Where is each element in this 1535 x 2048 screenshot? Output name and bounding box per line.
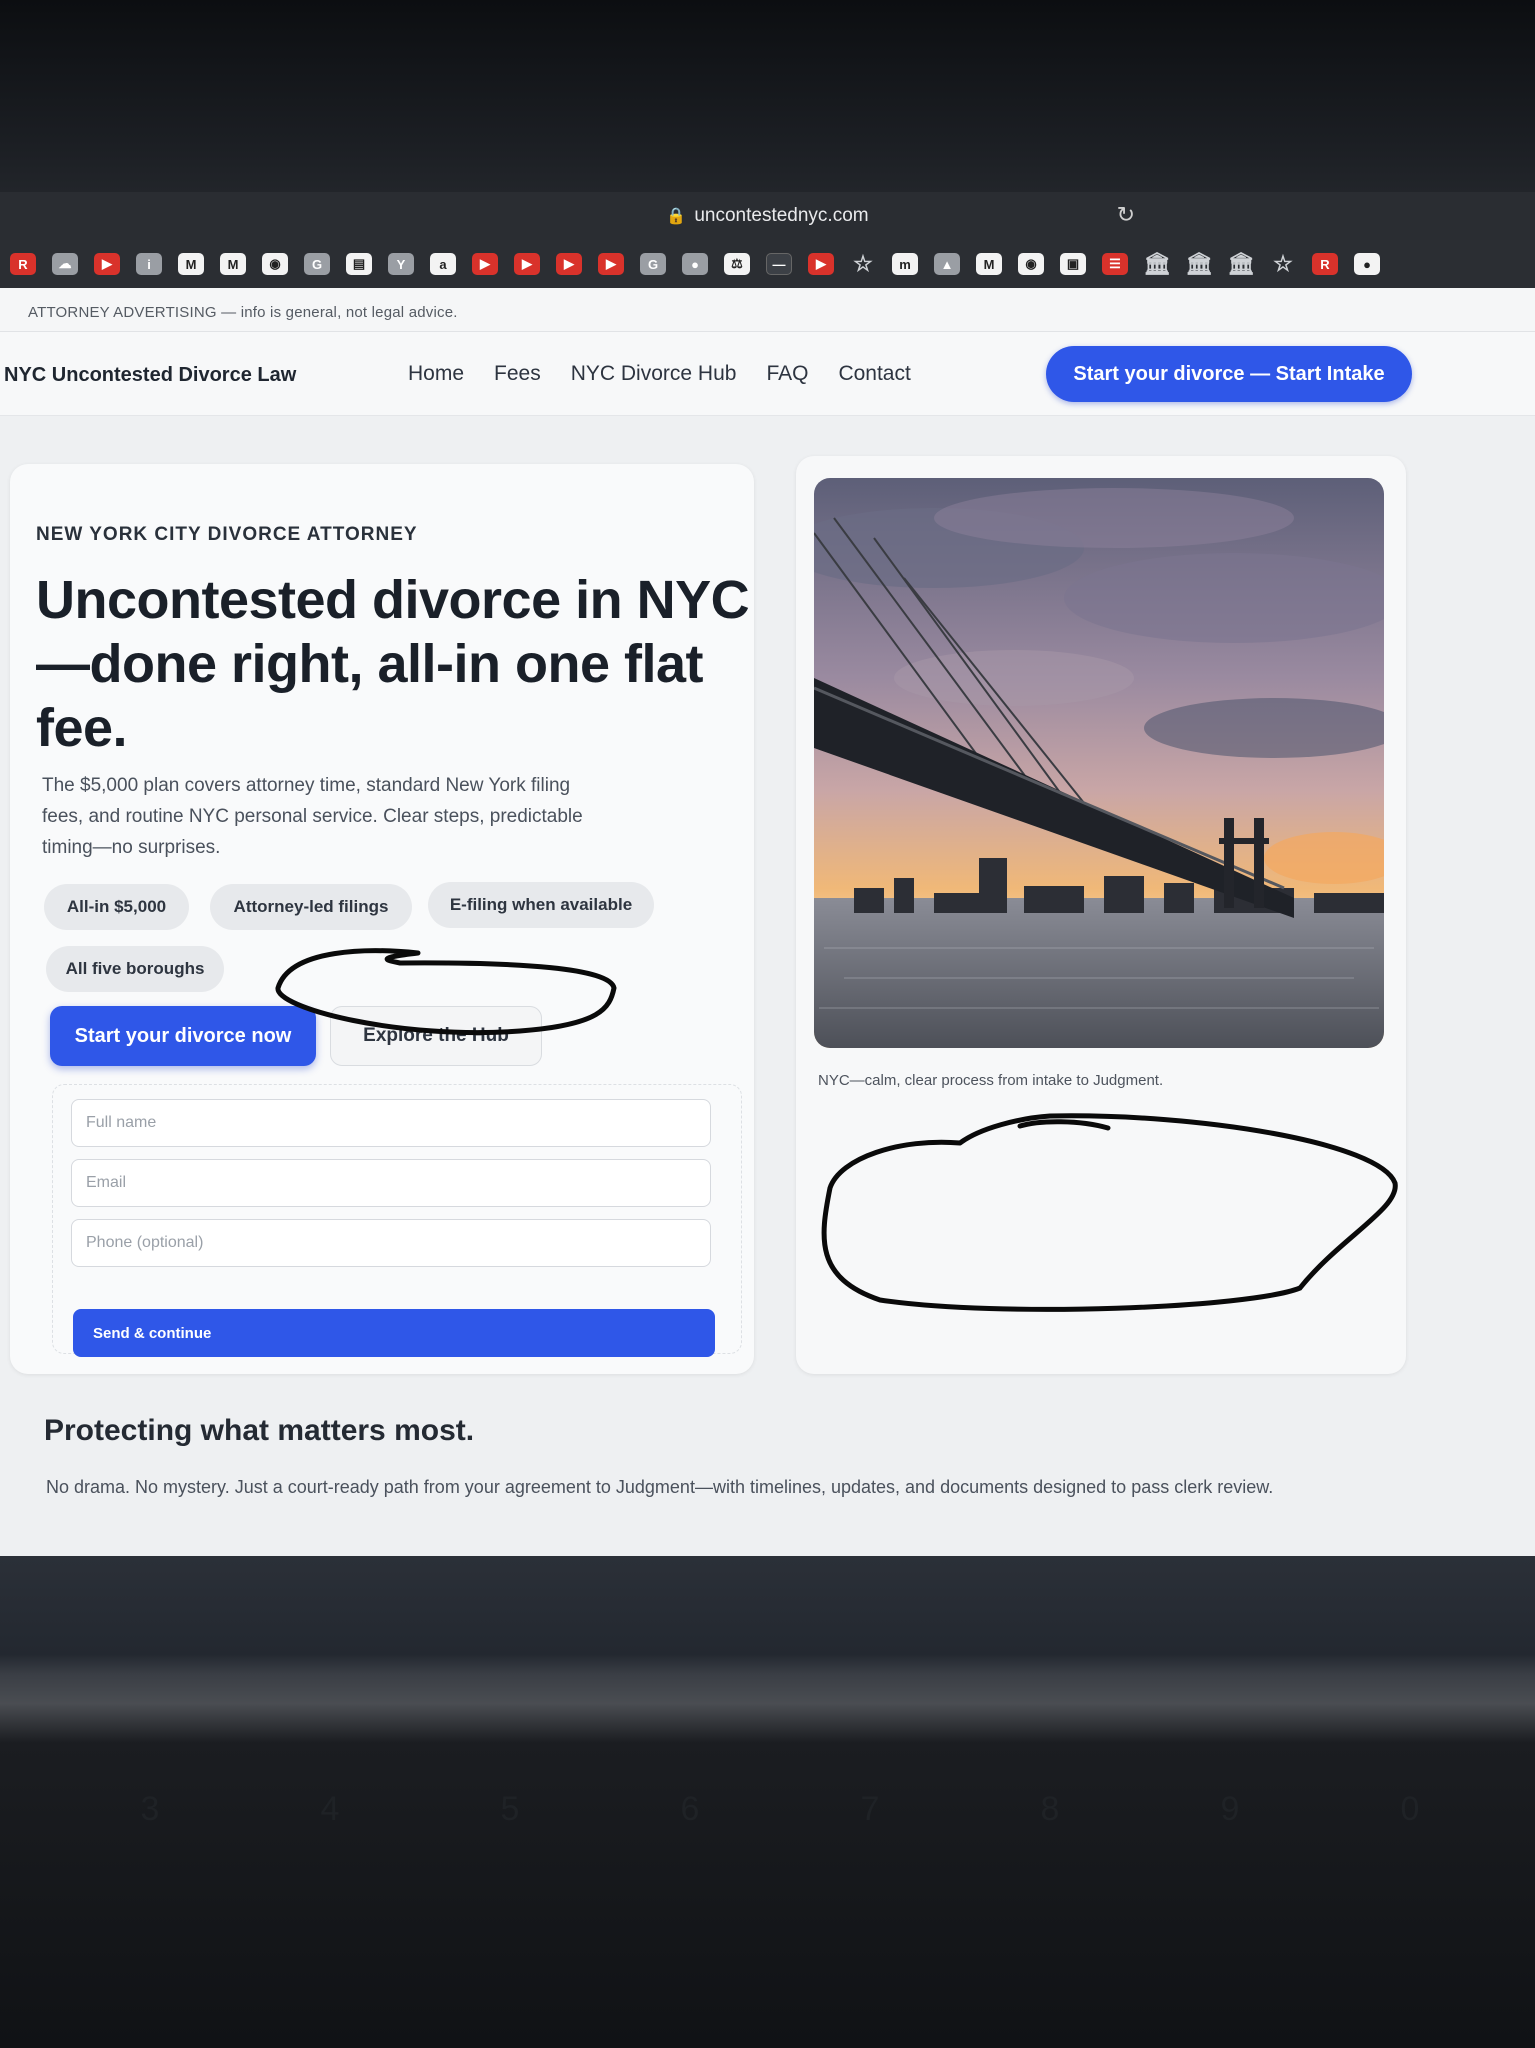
news-icon[interactable]: ☰	[1102, 253, 1128, 275]
key-3: 3	[140, 1790, 160, 1828]
star-icon[interactable]: ☆	[850, 251, 876, 276]
power-icon[interactable]: ●	[1354, 253, 1380, 275]
site-header: NYC Uncontested Divorce Law Home Fees NY…	[0, 332, 1535, 416]
chip-boroughs: All five boroughs	[46, 946, 224, 992]
gmail-icon[interactable]: M	[976, 253, 1002, 275]
keyboard-row: 3 4 5 6 7 8 9 0	[60, 1790, 1500, 1829]
r-app-icon[interactable]: R	[1312, 253, 1338, 275]
url-text[interactable]: uncontestednyc.com	[694, 205, 868, 227]
photo-caption: NYC—calm, clear process from intake to J…	[818, 1072, 1164, 1089]
youtube-icon[interactable]: ▶	[808, 253, 834, 275]
key-4: 4	[320, 1790, 340, 1828]
web-page: ATTORNEY ADVERTISING — info is general, …	[0, 288, 1535, 1556]
reload-icon[interactable]: ↻	[1117, 202, 1135, 228]
bridge-illustration	[814, 478, 1384, 1048]
g-icon[interactable]: G	[304, 253, 330, 275]
youtube-icon[interactable]: ▶	[514, 253, 540, 275]
site-brand[interactable]: NYC Uncontested Divorce Law	[4, 364, 296, 387]
g-icon[interactable]: G	[640, 253, 666, 275]
main-nav: Home Fees NYC Divorce Hub FAQ Contact	[408, 362, 911, 386]
dash-icon[interactable]: —	[766, 253, 792, 275]
hero-eyebrow: NEW YORK CITY DIVORCE ATTORNEY	[36, 524, 418, 545]
nav-home[interactable]: Home	[408, 362, 464, 386]
key-0: 0	[1400, 1790, 1420, 1828]
start-divorce-button[interactable]: Start your divorce now	[50, 1006, 316, 1066]
square-icon[interactable]: ▣	[1060, 253, 1086, 275]
email-input[interactable]	[71, 1159, 711, 1207]
key-5: 5	[500, 1790, 520, 1828]
section-heading: Protecting what matters most.	[44, 1414, 475, 1447]
nav-divorce-hub[interactable]: NYC Divorce Hub	[571, 362, 737, 386]
bank-icon[interactable]: 🏛	[1185, 251, 1213, 276]
star-icon[interactable]: ☆	[1270, 251, 1296, 276]
nav-contact[interactable]: Contact	[838, 362, 910, 386]
gmail-icon[interactable]: M	[178, 253, 204, 275]
send-continue-button[interactable]: Send & continue	[73, 1309, 715, 1357]
youtube-icon[interactable]: ▶	[472, 253, 498, 275]
hero-card: NEW YORK CITY DIVORCE ATTORNEY Uncontest…	[10, 464, 754, 1374]
screen-bezel	[0, 0, 1535, 200]
chip-e-filing: E-filing when available	[428, 882, 654, 928]
chart-icon[interactable]: ▤	[346, 253, 372, 275]
chip-price: All-in $5,000	[44, 884, 189, 930]
section-description: No drama. No mystery. Just a court-ready…	[46, 1477, 1274, 1497]
info-icon[interactable]: i	[136, 253, 162, 275]
full-name-input[interactable]	[71, 1099, 711, 1147]
r-logo-icon[interactable]: R	[10, 253, 36, 275]
chip-attorney-led: Attorney-led filings	[210, 884, 412, 930]
ya-icon[interactable]: Y	[388, 253, 414, 275]
phone-input[interactable]	[71, 1219, 711, 1267]
explore-hub-button[interactable]: Explore the Hub	[330, 1006, 542, 1066]
mat-icon[interactable]: m	[892, 253, 918, 275]
bookmarks-bar: R ☁ ▶ i M M ◉ G ▤ Y a ▶ ▶ ▶ ▶ G ● ⚖ — ▶ …	[0, 240, 1535, 288]
bank-icon[interactable]: 🏛	[1143, 251, 1171, 276]
address-bar[interactable]: 🔒 uncontestednyc.com ↻	[0, 192, 1535, 240]
bird-icon[interactable]: ▲	[934, 253, 960, 275]
key-8: 8	[1040, 1790, 1060, 1828]
start-intake-button[interactable]: Start your divorce — Start Intake	[1046, 346, 1412, 402]
media-card: NYC—calm, clear process from intake to J…	[796, 456, 1406, 1374]
cloud-icon[interactable]: ☁	[52, 253, 78, 275]
hero-headline: Uncontested divorce in NYC—done right, a…	[36, 570, 750, 758]
nav-faq[interactable]: FAQ	[766, 362, 808, 386]
key-6: 6	[680, 1790, 700, 1828]
lock-icon: 🔒	[666, 208, 687, 225]
law-icon[interactable]: ⚖	[724, 253, 750, 275]
bridge-photo	[814, 478, 1384, 1048]
hero-description: The $5,000 plan covers attorney time, st…	[42, 775, 583, 858]
bank-icon[interactable]: 🏛	[1227, 251, 1255, 276]
nav-fees[interactable]: Fees	[494, 362, 541, 386]
youtube-icon[interactable]: ▶	[94, 253, 120, 275]
intake-form: Send & continue	[52, 1084, 742, 1357]
advertising-notice: ATTORNEY ADVERTISING — info is general, …	[0, 288, 1535, 332]
amazon-icon[interactable]: a	[430, 253, 456, 275]
youtube-icon[interactable]: ▶	[556, 253, 582, 275]
key-9: 9	[1220, 1790, 1240, 1828]
key-7: 7	[860, 1790, 880, 1828]
app-icon[interactable]: ◉	[262, 253, 288, 275]
gmail-icon[interactable]: M	[220, 253, 246, 275]
github-icon[interactable]: ◉	[1018, 253, 1044, 275]
youtube-icon[interactable]: ▶	[598, 253, 624, 275]
circle-icon[interactable]: ●	[682, 253, 708, 275]
